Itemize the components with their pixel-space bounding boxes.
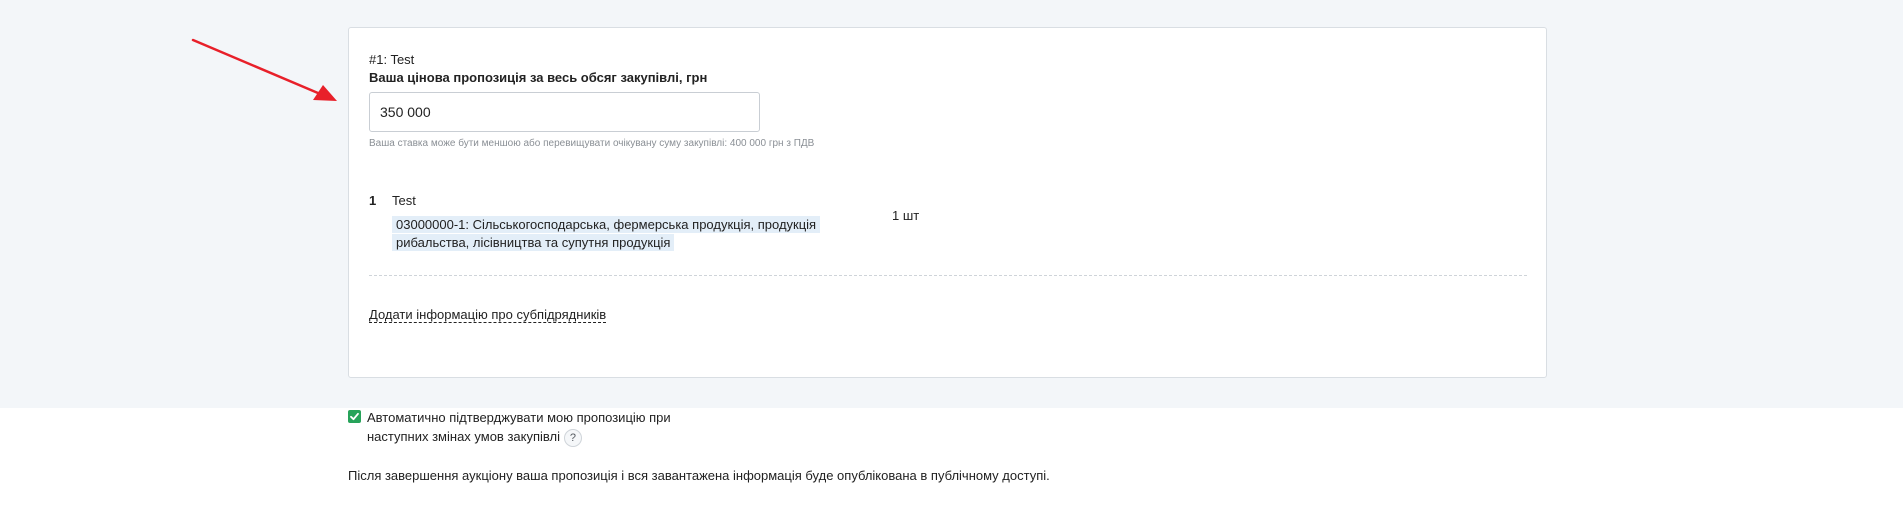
item-classifier: 03000000-1: Сільськогосподарська, фермер… bbox=[392, 216, 822, 252]
price-label: Ваша цінова пропозиція за весь обсяг зак… bbox=[369, 70, 708, 85]
price-hint: Ваша ставка може бути меншою або перевищ… bbox=[369, 138, 815, 149]
item-quantity: 1 шт bbox=[892, 208, 920, 223]
auto-confirm-checkbox[interactable] bbox=[348, 410, 361, 423]
item-number: 1 bbox=[369, 193, 377, 208]
add-subcontractor-link[interactable]: Додати інформацію про субпідрядників bbox=[369, 307, 607, 323]
lot-title: #1: Test bbox=[369, 52, 415, 67]
publication-note: Після завершення аукціону ваша пропозиці… bbox=[348, 468, 1050, 483]
lot-section-background: #1: Test Ваша цінова пропозиція за весь … bbox=[0, 0, 1903, 408]
auto-confirm-label-wrapper: Автоматично підтверджувати мою пропозиці… bbox=[367, 408, 697, 447]
price-input[interactable] bbox=[369, 92, 760, 132]
lot-card: #1: Test Ваша цінова пропозиція за весь … bbox=[348, 27, 1547, 378]
item-name: Test bbox=[392, 193, 416, 208]
question-mark-icon[interactable]: ? bbox=[563, 428, 582, 447]
item-classifier-text: 03000000-1: Сільськогосподарська, фермер… bbox=[392, 216, 821, 251]
auto-confirm-label: Автоматично підтверджувати мою пропозиці… bbox=[367, 410, 671, 444]
checkmark-icon bbox=[350, 412, 359, 421]
divider bbox=[369, 275, 1527, 276]
red-annotation-arrow-icon bbox=[191, 38, 337, 101]
